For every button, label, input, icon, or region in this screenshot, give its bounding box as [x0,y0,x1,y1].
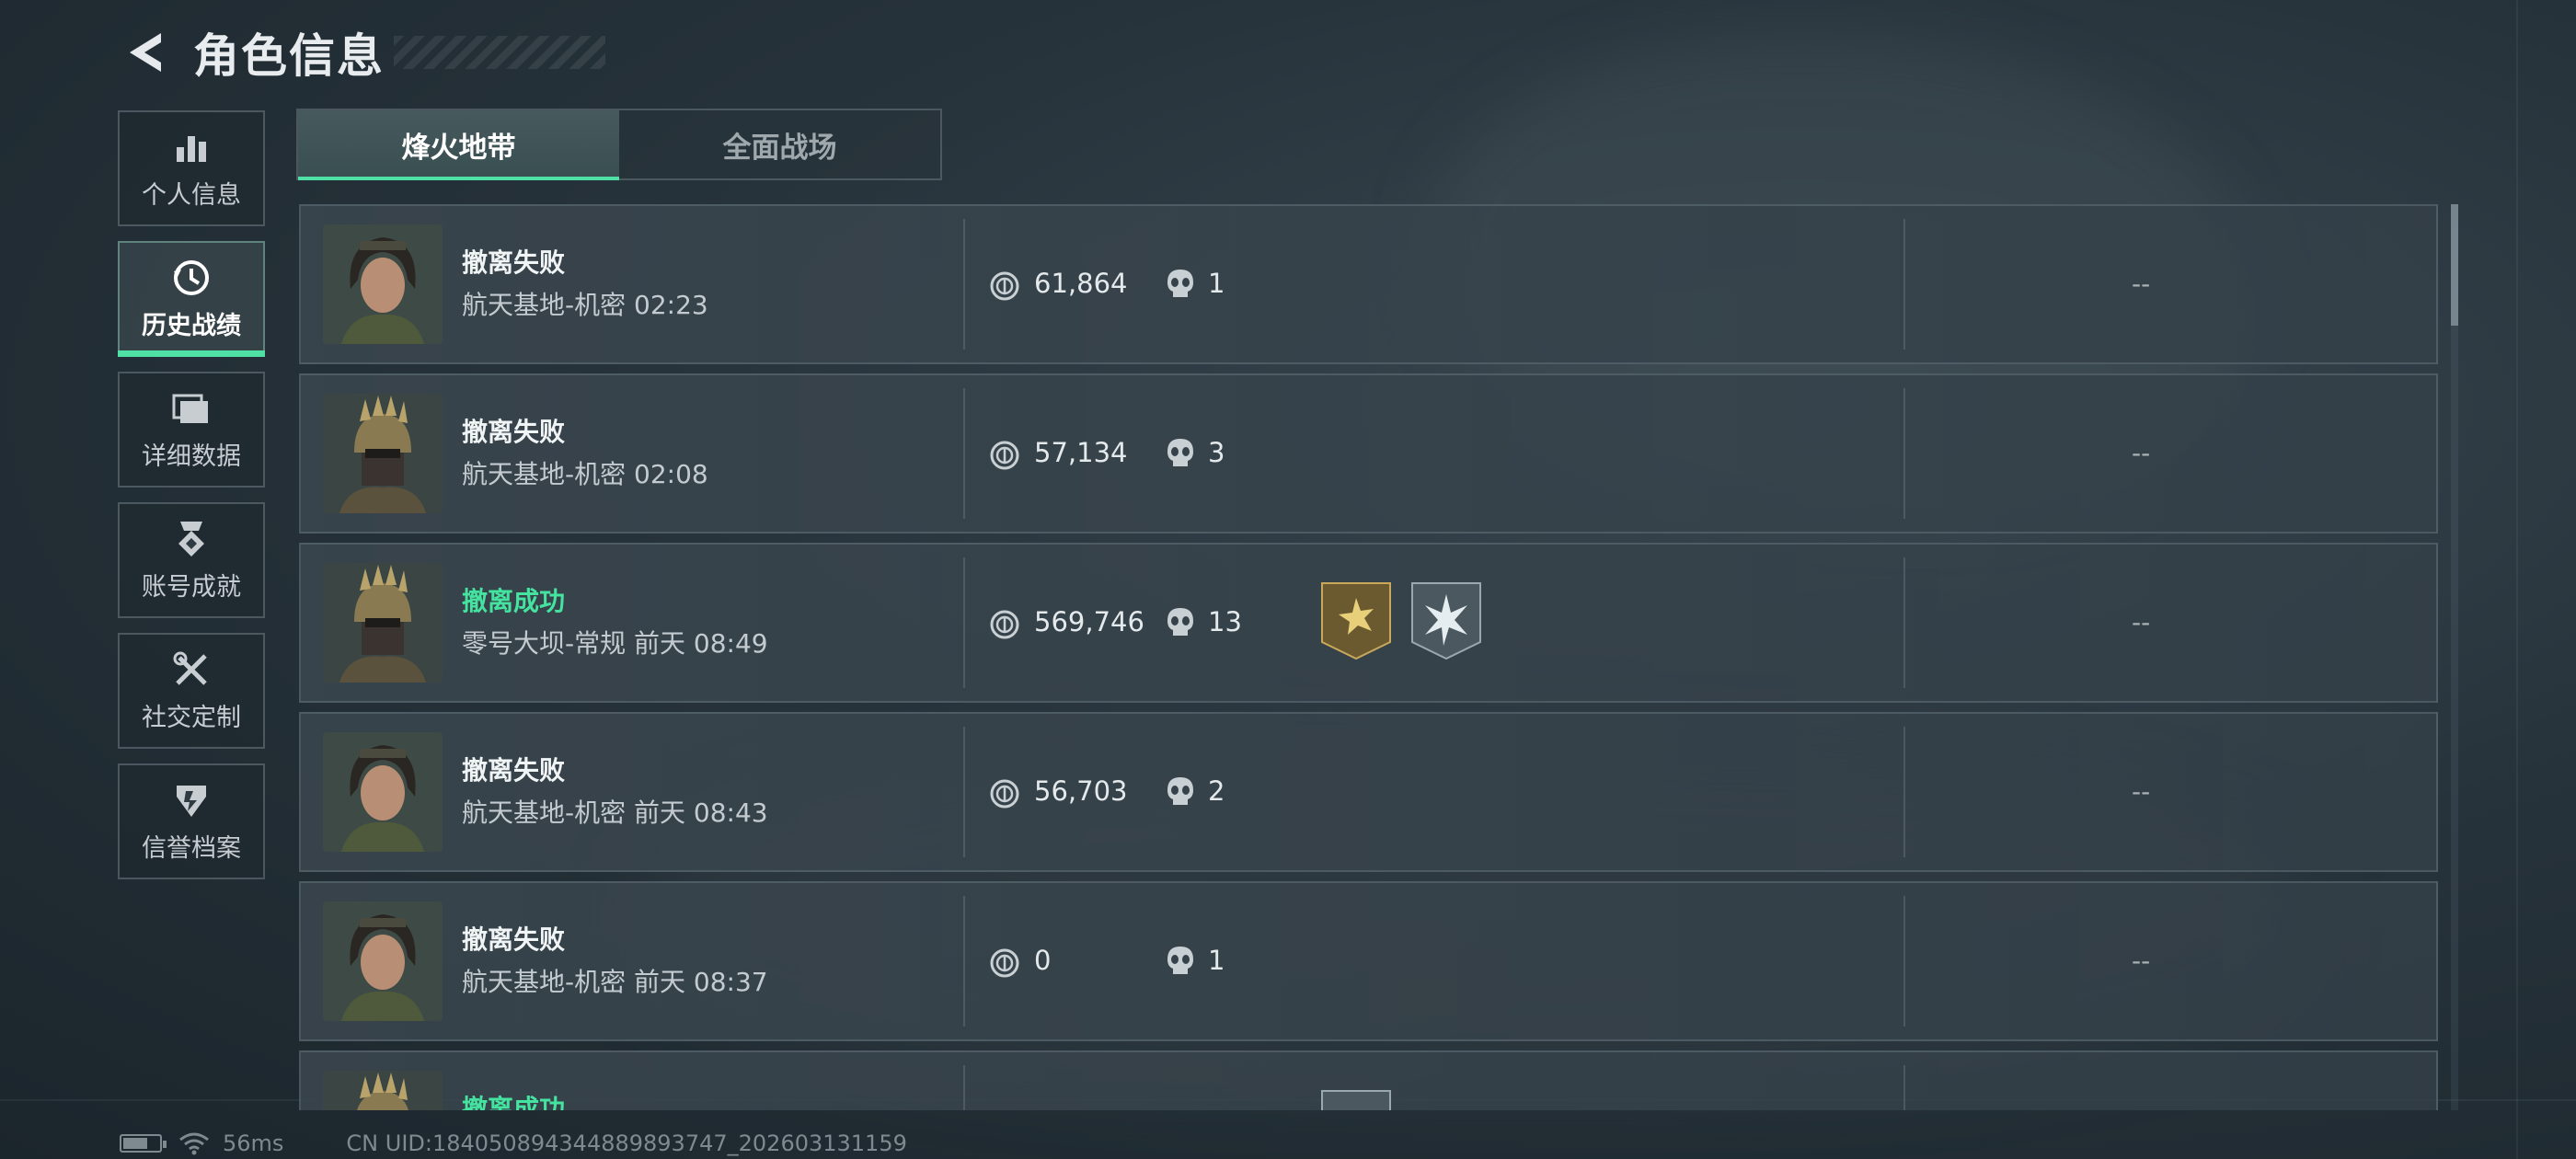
loot-value: 0 [1034,945,1052,976]
coin-icon [989,440,1020,471]
column-divider [1903,727,1905,857]
folders-icon [171,388,212,429]
extraction-result: 撤离失败 [462,417,566,447]
coin-icon [989,270,1020,302]
skull-icon [1166,945,1195,978]
sidebar: 个人信息 历史战绩 详细数据 账号成就 社交定制 信誉档案 [118,110,265,894]
column-divider [1903,557,1905,688]
match-row[interactable]: 撤离成功 [299,1050,2438,1110]
loot-value: 569,746 [1034,606,1144,637]
extraction-result: 撤离失败 [462,755,566,786]
medal-icon [171,519,212,559]
sidebar-item-history[interactable]: 历史战绩 [118,241,265,357]
status-footer: 56ms CN UID:18405089434488989​3747_20260… [120,1130,907,1157]
shield-badge-icon [171,780,212,820]
silver-partial-badge[interactable] [1320,1089,1392,1110]
match-history-list: 撤离失败 航天基地-机密 02:23 61,864 1 -- 撤离失败 航天基地-机密 02… [299,204,2438,1110]
operator-avatar [323,224,443,344]
map-and-time: 航天基地-机密 前天 08:43 [462,798,768,828]
ping-readout: 56ms [223,1130,284,1156]
map-and-time: 航天基地-机密 02:23 [462,290,708,320]
operator-avatar [323,901,443,1021]
sidebar-item-personal-info[interactable]: 个人信息 [118,110,265,226]
skull-icon [1166,437,1195,470]
hud-line [2516,0,2518,1159]
column-divider [963,388,965,519]
sidebar-item-social-custom[interactable]: 社交定制 [118,633,265,749]
sidebar-item-label: 信誉档案 [142,833,241,863]
map-and-time: 航天基地-机密 前天 08:37 [462,967,768,997]
column-divider [963,1065,965,1110]
kill-count: 1 [1208,268,1225,299]
kill-count: 2 [1208,775,1225,807]
column-divider [963,219,965,350]
sidebar-item-label: 个人信息 [142,180,241,210]
map-and-time: 零号大坝-常规 前天 08:49 [462,628,768,659]
tools-icon [171,649,212,690]
kill-count: 13 [1208,606,1242,637]
sidebar-item-achievements[interactable]: 账号成就 [118,502,265,618]
extraction-result: 撤离成功 [462,586,566,616]
coin-icon [989,609,1020,640]
match-row[interactable]: 撤离失败航天基地-机密 02:23 61,864 1 -- [299,204,2438,364]
operator-avatar [323,563,443,683]
tab-hazard-zone[interactable]: 烽火地带 [298,110,619,180]
match-row[interactable]: 撤离失败航天基地-机密 前天 08:37 0 1 -- [299,881,2438,1041]
sidebar-item-label: 历史战绩 [142,311,241,340]
extra-info: -- [2132,946,2151,976]
map-and-time: 航天基地-机密 02:08 [462,459,708,489]
column-divider [963,557,965,688]
page-header: 角色信息 [120,20,605,85]
gold-sun-badge[interactable] [1320,581,1392,660]
title-decoration [394,36,605,69]
sidebar-item-label: 详细数据 [142,442,241,471]
column-divider [963,896,965,1027]
back-button[interactable] [120,25,175,80]
extra-info: -- [2132,438,2151,468]
extra-info: -- [2132,776,2151,807]
sidebar-item-credit-file[interactable]: 信誉档案 [118,763,265,879]
match-row[interactable]: 撤离失败航天基地-机密 02:08 57,134 3 -- [299,373,2438,534]
kill-count: 1 [1208,945,1225,976]
bar-chart-icon [171,127,212,167]
wifi-icon [179,1132,209,1155]
tab-full-battlefield[interactable]: 全面战场 [619,110,940,178]
match-row[interactable]: 撤离失败航天基地-机密 前天 08:43 56,703 2 -- [299,712,2438,872]
extraction-result: 撤离失败 [462,247,566,278]
sidebar-item-label: 社交定制 [142,703,241,732]
skull-icon [1166,268,1195,301]
operator-avatar [323,732,443,852]
loot-value: 57,134 [1034,437,1128,468]
loot-value: 61,864 [1034,268,1128,299]
column-divider [1903,219,1905,350]
back-arrow-icon [130,33,161,72]
extraction-result: 撤离成功 [462,1094,566,1110]
column-divider [1903,1065,1905,1110]
page-title: 角色信息 [193,29,385,83]
battery-icon [120,1134,167,1153]
match-row[interactable]: 撤离成功零号大坝-常规 前天 08:49 569,746 13 -- [299,543,2438,703]
scrollbar[interactable] [2451,204,2458,1110]
mode-tabs: 烽火地带 全面战场 [296,109,942,180]
sidebar-item-label: 账号成就 [142,572,241,602]
column-divider [1903,388,1905,519]
column-divider [1903,896,1905,1027]
coin-icon [989,778,1020,809]
user-uid: CN UID:18405089434488989​3747_2026031311… [346,1130,907,1156]
loot-value: 56,703 [1034,775,1128,807]
extraction-result: 撤离失败 [462,924,566,955]
skull-icon [1166,775,1195,809]
operator-avatar [323,1071,443,1110]
coin-icon [989,947,1020,979]
extra-info: -- [2132,607,2151,637]
sidebar-item-detailed-data[interactable]: 详细数据 [118,372,265,488]
operator-avatar [323,394,443,513]
history-clock-icon [171,258,212,298]
kill-count: 3 [1208,437,1225,468]
silver-burst-badge[interactable] [1410,581,1482,660]
extra-info: -- [2132,269,2151,299]
scrollbar-thumb[interactable] [2451,204,2458,326]
column-divider [963,727,965,857]
skull-icon [1166,606,1195,639]
